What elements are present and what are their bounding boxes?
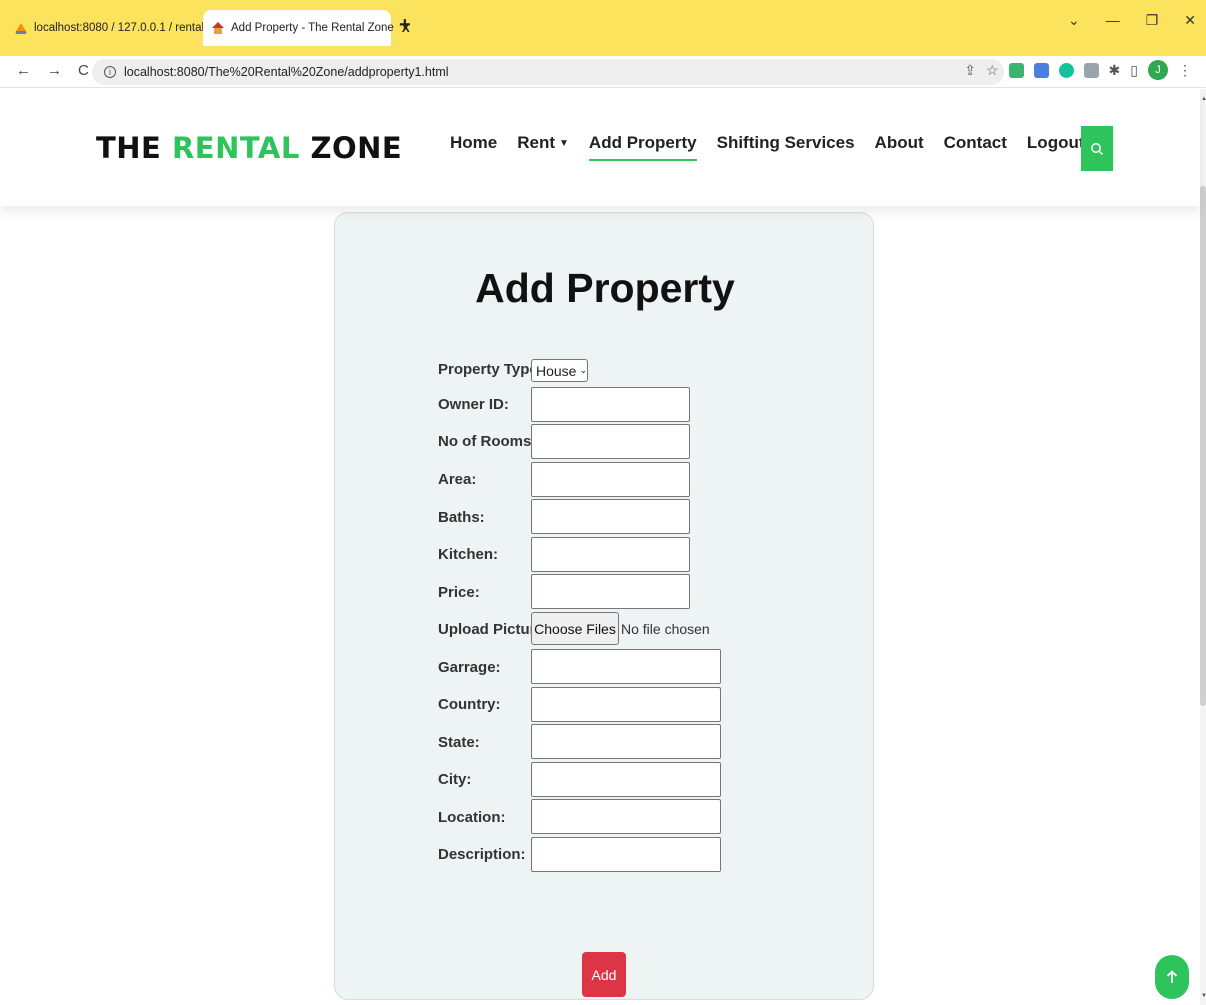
page-title: Add Property: [475, 265, 735, 311]
area-input[interactable]: [531, 462, 690, 497]
owner-id-input[interactable]: [531, 387, 690, 422]
rooms-label: No of Rooms:: [438, 433, 537, 450]
state-input[interactable]: [531, 724, 721, 759]
country-label: Country:: [438, 696, 501, 713]
kitchen-input[interactable]: [531, 537, 690, 572]
garrage-label: Garrage:: [438, 659, 501, 676]
country-input[interactable]: [531, 687, 721, 722]
minimize-icon[interactable]: —: [1106, 12, 1120, 29]
nav-home[interactable]: Home: [450, 133, 497, 161]
tab-search-icon[interactable]: ⌄: [1068, 12, 1080, 29]
logo-text-the: THE: [96, 131, 172, 165]
navigation-buttons: ← → C: [16, 62, 89, 79]
choose-files-button[interactable]: Choose Files: [531, 612, 619, 645]
bookmark-star-icon[interactable]: ☆: [986, 62, 999, 79]
new-tab-button[interactable]: +: [399, 14, 411, 37]
baths-input[interactable]: [531, 499, 690, 534]
price-input[interactable]: [531, 574, 690, 609]
price-label: Price:: [438, 584, 480, 601]
back-arrow-icon[interactable]: ←: [16, 62, 31, 79]
description-label: Description:: [438, 846, 526, 863]
tab-title: localhost:8080 / 127.0.0.1 / rental: [34, 22, 205, 34]
nav-add-property[interactable]: Add Property: [588, 133, 697, 161]
property-type-label: Property Type:: [438, 361, 543, 378]
nav-about[interactable]: About: [875, 133, 924, 161]
add-button[interactable]: Add: [582, 952, 626, 997]
site-logo[interactable]: THE RENTAL ZONE: [96, 131, 402, 165]
caret-down-icon: ▼: [559, 138, 569, 149]
location-input[interactable]: [531, 799, 721, 834]
browser-tab-bar: localhost:8080 / 127.0.0.1 / rental X Ad…: [0, 0, 1206, 56]
restore-icon[interactable]: ❐: [1146, 12, 1159, 29]
forward-arrow-icon[interactable]: →: [47, 62, 62, 79]
side-panel-icon[interactable]: ▯: [1130, 62, 1138, 79]
kitchen-label: Kitchen:: [438, 546, 498, 563]
property-type-select[interactable]: House ⌄: [531, 359, 588, 382]
nav-contact[interactable]: Contact: [944, 133, 1007, 161]
browser-menu-icon[interactable]: ⋮: [1178, 62, 1192, 79]
nav-rent[interactable]: Rent ▼: [517, 133, 569, 161]
extension-shield-icon[interactable]: [1008, 62, 1024, 78]
window-controls: ⌄ — ❐ ✕: [1068, 12, 1196, 29]
url-text: localhost:8080/The%20Rental%20Zone/addpr…: [124, 65, 449, 79]
window-close-icon[interactable]: ✕: [1184, 12, 1196, 29]
rooms-input[interactable]: [531, 424, 690, 459]
house-favicon-icon: [211, 21, 225, 35]
logo-text-zone: ZONE: [299, 131, 403, 165]
extension-grammarly-icon[interactable]: [1058, 62, 1074, 78]
browser-tab-add-property[interactable]: Add Property - The Rental Zone X: [203, 10, 410, 46]
share-icon[interactable]: ⇪: [964, 62, 976, 79]
site-header: THE RENTAL ZONE Home Rent ▼ Add Property …: [0, 89, 1200, 206]
reload-icon[interactable]: C: [78, 62, 89, 79]
logo-text-rental: RENTAL: [171, 131, 300, 165]
address-bar-row: ← → C i localhost:8080/The%20Rental%20Zo…: [0, 56, 1206, 88]
city-label: City:: [438, 771, 472, 788]
extension-generic-icon[interactable]: [1083, 62, 1099, 78]
arrow-up-icon: [1166, 970, 1178, 983]
city-input[interactable]: [531, 762, 721, 797]
nav-shifting-services[interactable]: Shifting Services: [717, 133, 855, 161]
nav-rent-label: Rent: [517, 133, 556, 152]
state-label: State:: [438, 734, 480, 751]
tab-title: Add Property - The Rental Zone: [231, 22, 394, 34]
baths-label: Baths:: [438, 509, 485, 526]
scroll-up-icon[interactable]: ▲: [1201, 96, 1206, 102]
url-field[interactable]: i localhost:8080/The%20Rental%20Zone/add…: [92, 59, 1004, 85]
phpmyadmin-favicon-icon: [14, 21, 28, 35]
extensions-puzzle-icon[interactable]: ✱: [1109, 62, 1121, 79]
nav-logout[interactable]: Logout: [1027, 133, 1085, 161]
add-property-card: Add Property Property Type: House ⌄ Owne…: [334, 212, 874, 1000]
scroll-down-icon[interactable]: ▼: [1201, 993, 1206, 999]
chevron-down-icon: ⌄: [579, 365, 588, 375]
browser-tab-phpmyadmin[interactable]: localhost:8080 / 127.0.0.1 / rental X: [14, 13, 220, 43]
file-status-text: No file chosen: [621, 621, 710, 637]
property-type-value: House: [536, 362, 577, 379]
owner-id-label: Owner ID:: [438, 396, 509, 413]
garrage-input[interactable]: [531, 649, 721, 684]
profile-avatar[interactable]: J: [1148, 60, 1168, 80]
scrollbar-thumb[interactable]: [1200, 186, 1206, 706]
description-input[interactable]: [531, 837, 721, 872]
back-to-top-button[interactable]: [1155, 955, 1189, 999]
search-button[interactable]: [1081, 126, 1113, 171]
extension-translate-icon[interactable]: [1033, 62, 1049, 78]
area-label: Area:: [438, 471, 477, 488]
search-icon: [1091, 142, 1104, 155]
location-label: Location:: [438, 809, 506, 826]
site-info-icon[interactable]: i: [104, 66, 116, 78]
main-nav: Home Rent ▼ Add Property Shifting Service…: [450, 133, 1085, 161]
browser-toolbar-icons: ⇪ ☆ ✱ ▯ J ⋮: [964, 60, 1192, 80]
